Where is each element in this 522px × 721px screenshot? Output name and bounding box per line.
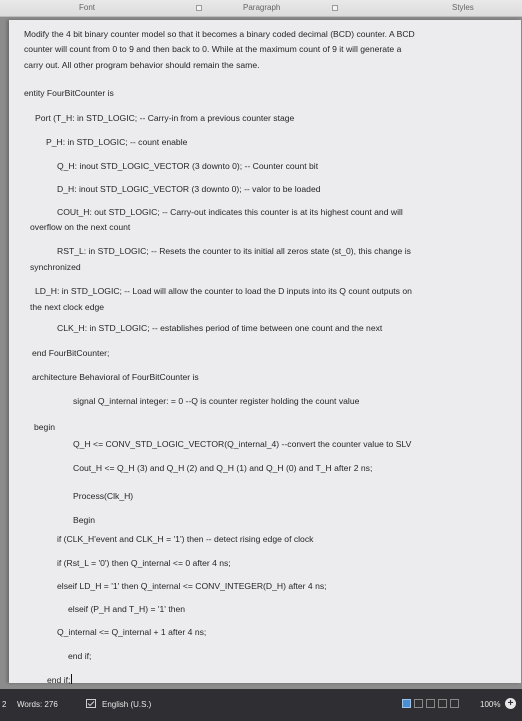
doc-line: carry out. All other program behavior sh… xyxy=(24,60,260,70)
zoom-in-button[interactable]: + xyxy=(505,698,516,709)
doc-line: RST_L: in STD_LOGIC; -- Resets the count… xyxy=(57,246,411,256)
document-page[interactable]: Modify the 4 bit binary counter model so… xyxy=(9,20,521,686)
doc-line: P_H: in STD_LOGIC; -- count enable xyxy=(46,137,188,147)
doc-line: end if; xyxy=(68,651,92,661)
styles-group-label: Styles xyxy=(452,3,474,12)
doc-line: COUt_H: out STD_LOGIC; -- Carry-out indi… xyxy=(57,207,403,217)
doc-line: Process(Clk_H) xyxy=(73,491,134,501)
doc-line: if (CLK_H'event and CLK_H = '1') then --… xyxy=(57,534,314,544)
doc-line-last: end if; xyxy=(47,674,73,686)
doc-line: elseif (P_H and T_H) = '1' then xyxy=(68,604,186,614)
doc-line: begin xyxy=(34,422,56,432)
doc-line: Q_H: inout STD_LOGIC_VECTOR (3 downto 0)… xyxy=(57,161,319,171)
doc-line: Modify the 4 bit binary counter model so… xyxy=(24,29,415,39)
doc-line: Q_internal <= Q_internal + 1 after 4 ns; xyxy=(57,627,207,637)
paragraph-dialog-launcher-icon[interactable] xyxy=(332,5,338,11)
doc-line: D_H: inout STD_LOGIC_VECTOR (3 downto 0)… xyxy=(57,184,321,194)
paragraph-group-label: Paragraph xyxy=(243,3,281,12)
status-bar: 2 Words: 276 English (U.S.) 100% + xyxy=(0,689,522,721)
doc-line: counter will count from 0 to 9 and then … xyxy=(24,44,402,54)
draft-view-icon[interactable] xyxy=(450,699,459,708)
doc-line: LD_H: in STD_LOGIC; -- Load will allow t… xyxy=(35,286,412,296)
doc-line-text: end if; xyxy=(47,675,71,685)
doc-line: Port (T_H: in STD_LOGIC; -- Carry-in fro… xyxy=(35,113,295,123)
doc-line: Begin xyxy=(73,515,95,525)
doc-line: Q_H <= CONV_STD_LOGIC_VECTOR(Q_internal_… xyxy=(73,439,412,449)
doc-line: if (Rst_L = '0') then Q_internal <= 0 af… xyxy=(57,558,231,568)
language-indicator[interactable]: English (U.S.) xyxy=(102,700,151,709)
page-indicator[interactable]: 2 xyxy=(2,700,6,709)
doc-line: entity FourBitCounter is xyxy=(24,88,114,98)
doc-line: CLK_H: in STD_LOGIC; -- establishes peri… xyxy=(57,323,383,333)
doc-line: the next clock edge xyxy=(30,302,105,312)
doc-line: signal Q_internal integer: = 0 --Q is co… xyxy=(73,396,360,406)
web-layout-view-icon[interactable] xyxy=(426,699,435,708)
doc-line: elseif LD_H = '1' then Q_internal <= CON… xyxy=(57,581,327,591)
zoom-level[interactable]: 100% xyxy=(480,700,500,709)
word-count[interactable]: Words: 276 xyxy=(17,700,58,709)
ribbon-bar: Font Paragraph Styles xyxy=(0,0,522,17)
doc-line: architecture Behavioral of FourBitCounte… xyxy=(32,372,199,382)
text-cursor xyxy=(71,674,73,684)
print-layout-view-icon[interactable] xyxy=(402,699,411,708)
doc-line: overflow on the next count xyxy=(30,222,131,232)
doc-line: end FourBitCounter; xyxy=(32,348,110,358)
doc-line: Cout_H <= Q_H (3) and Q_H (2) and Q_H (1… xyxy=(73,463,373,473)
doc-line: synchronized xyxy=(30,262,81,272)
font-group-label: Font xyxy=(79,3,96,12)
proofing-icon[interactable] xyxy=(86,699,96,708)
font-dialog-launcher-icon[interactable] xyxy=(196,5,202,11)
outline-view-icon[interactable] xyxy=(438,699,447,708)
full-screen-reading-view-icon[interactable] xyxy=(414,699,423,708)
